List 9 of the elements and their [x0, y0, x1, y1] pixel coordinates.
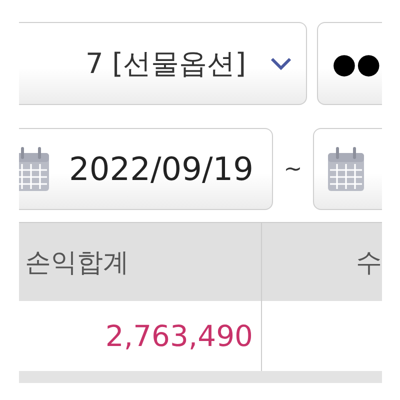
- start-date-field[interactable]: 2022/09/19: [19, 128, 273, 210]
- column-header: 수: [262, 222, 382, 301]
- range-separator: ~: [282, 156, 304, 182]
- calendar-icon: [19, 147, 49, 191]
- calendar-icon: [328, 147, 364, 191]
- column-header: 손익합계: [19, 222, 262, 301]
- account-select[interactable]: 7 [선물옵션]: [19, 22, 307, 105]
- password-field[interactable]: ●●: [317, 22, 382, 105]
- chevron-down-icon: [270, 57, 292, 70]
